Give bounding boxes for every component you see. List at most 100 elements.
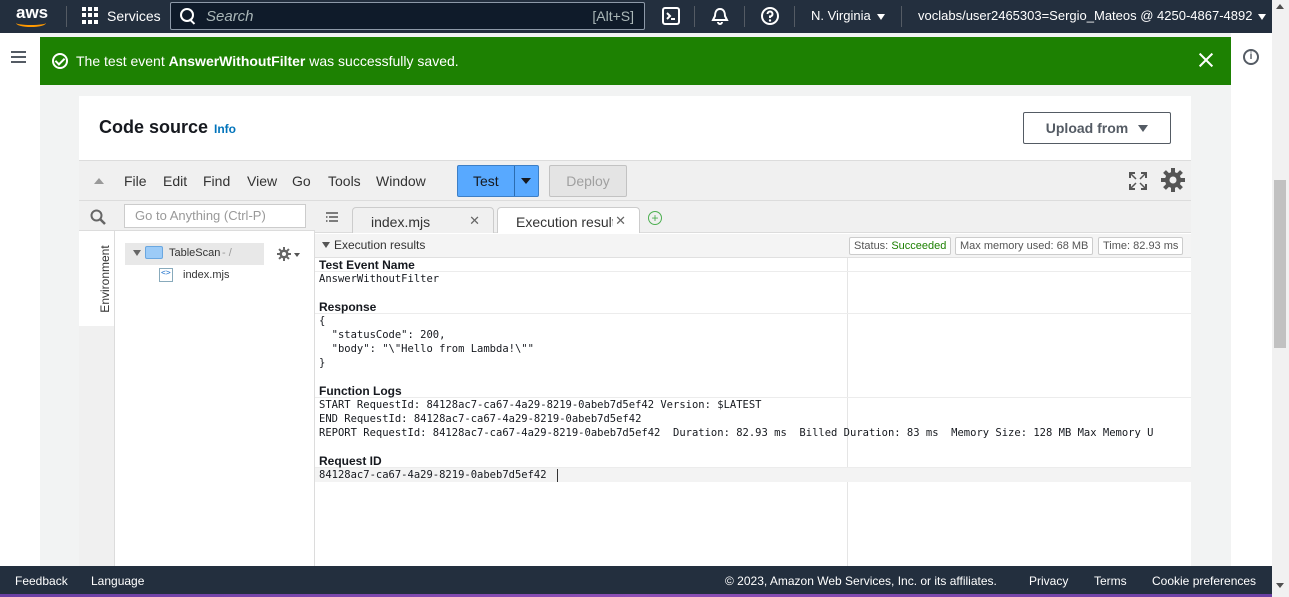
flash-suffix: was successfully saved. <box>305 53 459 69</box>
cookie-preferences-link[interactable]: Cookie preferences <box>1152 574 1256 588</box>
row-divider <box>315 271 1191 272</box>
test-event-name-title: Test Event Name <box>319 258 415 272</box>
aws-smile-icon <box>16 19 46 27</box>
tree-expand-caret-icon[interactable] <box>133 250 141 256</box>
deploy-button[interactable]: Deploy <box>549 165 627 197</box>
account-menu[interactable]: voclabs/user2465303=Sergio_Mateos @ 4250… <box>918 8 1267 23</box>
search-icon <box>180 8 196 24</box>
language-link[interactable]: Language <box>91 574 144 588</box>
collapse-results-caret-icon[interactable] <box>322 242 330 248</box>
scrollbar-thumb[interactable] <box>1274 180 1286 348</box>
scroll-up-arrow-icon[interactable] <box>1276 4 1284 9</box>
menu-go[interactable]: Go <box>292 173 311 189</box>
tab-execution-results[interactable]: Execution results ✕ <box>497 207 640 234</box>
account-label: voclabs/user2465303=Sergio_Mateos @ 4250… <box>918 8 1253 23</box>
side-tab-strip <box>79 326 115 566</box>
nav-divider <box>66 6 67 27</box>
close-tab-icon[interactable]: ✕ <box>615 213 626 229</box>
help-icon[interactable] <box>760 6 780 26</box>
upload-from-label: Upload from <box>1045 120 1129 136</box>
aws-logo[interactable]: aws <box>12 2 56 30</box>
menu-file[interactable]: File <box>124 173 147 189</box>
request-id-value[interactable]: 84128ac7-ca67-4a29-8219-0abeb7d5ef42 <box>319 468 547 482</box>
top-navigation-bar: aws Services Search [Alt+S] N. Virginia … <box>0 0 1272 33</box>
menu-view[interactable]: View <box>247 173 277 189</box>
info-panel-icon[interactable]: i <box>1243 49 1259 65</box>
test-button[interactable]: Test <box>457 165 539 197</box>
status-label: Status: <box>854 240 889 252</box>
tree-file-index-mjs[interactable]: index.mjs <box>183 269 229 281</box>
tree-folder-label: TableScan <box>169 247 221 259</box>
tab-index-mjs[interactable]: index.mjs ✕ <box>352 207 494 234</box>
caret-down-icon <box>1138 124 1149 132</box>
log-line: REPORT RequestId: 84128ac7-ca67-4a29-821… <box>319 427 1154 439</box>
region-label: N. Virginia <box>811 8 871 23</box>
menu-tools[interactable]: Tools <box>328 173 361 189</box>
status-value: Succeeded <box>891 240 947 252</box>
tab-execution-results-label: Execution results <box>516 214 613 230</box>
success-flash-banner: The test event AnswerWithoutFilter was s… <box>40 37 1231 85</box>
tree-folder-suffix: - / <box>222 247 232 259</box>
success-check-icon <box>52 53 68 69</box>
new-tab-plus-icon[interactable]: + <box>648 211 662 225</box>
services-grid-icon <box>82 7 99 24</box>
search-shortcut: [Alt+S] <box>592 8 634 24</box>
feedback-link[interactable]: Feedback <box>15 574 68 588</box>
ide-toolbar <box>79 160 1191 201</box>
search-input[interactable]: Search [Alt+S] <box>170 2 645 30</box>
results-column-divider <box>847 258 848 566</box>
menu-window[interactable]: Window <box>376 173 426 189</box>
response-line: "statusCode": 200, <box>319 329 446 341</box>
menu-edit[interactable]: Edit <box>163 173 187 189</box>
test-dropdown-caret-icon[interactable] <box>515 166 538 196</box>
log-line: START RequestId: 84128ac7-ca67-4a29-8219… <box>319 399 762 411</box>
status-badge: Status: Succeeded <box>849 237 952 255</box>
cloudshell-icon[interactable] <box>661 6 681 26</box>
response-title: Response <box>319 300 377 314</box>
chevron-down-icon <box>1258 13 1267 20</box>
test-event-name-value: AnswerWithoutFilter <box>319 273 440 285</box>
left-navigation-rail <box>0 33 40 566</box>
tree-settings-caret-icon[interactable] <box>294 253 300 257</box>
notifications-bell-icon[interactable] <box>710 6 730 26</box>
services-menu-button[interactable]: Services <box>82 7 161 24</box>
close-icon[interactable] <box>1198 52 1214 68</box>
js-file-icon <box>159 268 173 282</box>
folder-icon <box>145 246 163 259</box>
privacy-link[interactable]: Privacy <box>1029 574 1068 588</box>
scroll-down-arrow-icon[interactable] <box>1276 583 1284 588</box>
search-icon[interactable] <box>90 209 106 225</box>
environment-tab-label: Environment <box>98 245 112 313</box>
fullscreen-icon[interactable] <box>1129 172 1147 190</box>
execution-results-title: Execution results <box>334 238 426 252</box>
right-tools-rail: i <box>1231 33 1272 566</box>
upload-from-button[interactable]: Upload from <box>1023 112 1171 144</box>
close-tab-icon[interactable]: ✕ <box>469 213 480 229</box>
log-line: END RequestId: 84128ac7-ca67-4a29-8219-0… <box>319 413 642 425</box>
menu-find[interactable]: Find <box>203 173 230 189</box>
menu-hamburger-icon[interactable] <box>11 51 26 63</box>
goto-anything-input[interactable]: Go to Anything (Ctrl-P) <box>124 204 306 228</box>
preferences-gear-icon[interactable] <box>1159 166 1187 194</box>
text-cursor <box>557 469 558 482</box>
test-button-label[interactable]: Test <box>458 166 515 196</box>
tab-list-icon[interactable] <box>326 212 338 222</box>
collapse-toolbar-icon[interactable] <box>94 178 104 184</box>
page-footer: Feedback Language © 2023, Amazon Web Ser… <box>0 566 1272 597</box>
tab-index-mjs-label: index.mjs <box>371 214 431 230</box>
request-id-title: Request ID <box>319 454 382 468</box>
info-link[interactable]: Info <box>214 122 236 136</box>
search-placeholder: Search <box>206 7 254 25</box>
memory-badge: Max memory used: 68 MB <box>955 237 1094 255</box>
page-title: Code source <box>99 117 209 137</box>
terms-link[interactable]: Terms <box>1094 574 1127 588</box>
row-divider <box>315 313 1191 314</box>
nav-divider <box>794 6 795 27</box>
flash-prefix: The test event <box>76 53 169 69</box>
tree-settings-gear-icon[interactable] <box>276 246 292 262</box>
region-selector[interactable]: N. Virginia <box>811 8 885 23</box>
response-line: { <box>319 315 326 327</box>
nav-divider <box>744 6 745 27</box>
response-line: } <box>319 357 326 369</box>
flash-message: The test event AnswerWithoutFilter was s… <box>76 53 459 69</box>
